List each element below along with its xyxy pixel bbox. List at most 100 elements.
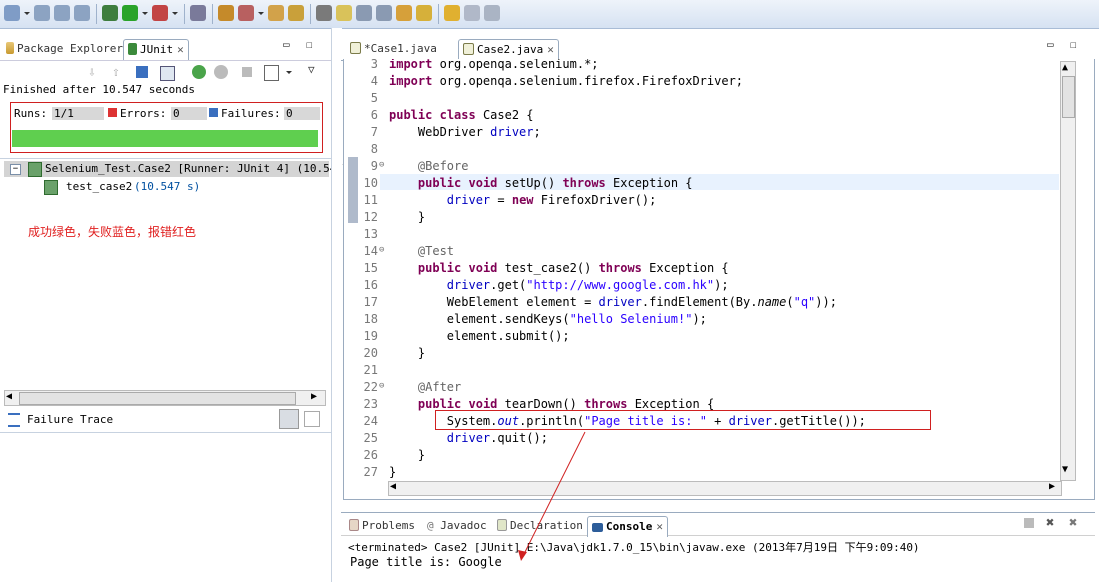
- dropdown-arrow-icon[interactable]: [24, 12, 30, 15]
- scroll-right-icon[interactable]: ▶: [1049, 481, 1055, 492]
- scroll-left-icon[interactable]: ◀: [6, 391, 12, 402]
- line-number: 20: [363, 346, 378, 360]
- code-line: driver = new FirefoxDriver();: [446, 193, 657, 207]
- maximize-icon[interactable]: ☐: [1070, 38, 1077, 51]
- code-line: }: [389, 346, 426, 360]
- tab-package-explorer[interactable]: Package Explorer: [2, 39, 127, 59]
- forward-icon[interactable]: [464, 5, 480, 21]
- external-tools-icon[interactable]: [152, 5, 168, 21]
- editor-vscrollbar[interactable]: ▲ ▼: [1060, 61, 1076, 481]
- new-icon[interactable]: [4, 5, 20, 21]
- tree-row-root[interactable]: − Selenium_Test.Case2 [Runner: JUnit 4] …: [4, 161, 343, 177]
- remove-all-terminated-icon[interactable]: ✖: [1069, 515, 1077, 531]
- next-annotation-down-icon[interactable]: [396, 5, 412, 21]
- save-all-icon[interactable]: [54, 5, 70, 21]
- test-suite-success-icon: [28, 162, 42, 177]
- view-menu-icon[interactable]: ▽: [308, 63, 315, 76]
- java-file-icon: [463, 43, 474, 55]
- compare-result-icon[interactable]: [304, 411, 320, 427]
- save-icon[interactable]: [34, 5, 50, 21]
- code-line: element.sendKeys("hello Selenium!");: [389, 312, 707, 326]
- line-number: 8: [370, 142, 378, 156]
- scroll-lock-icon[interactable]: [160, 66, 175, 81]
- bottom-tabs: Problems @ Javadoc Declaration Console ✕ …: [341, 513, 1095, 537]
- left-view-tabs: Package Explorer JUnit ✕ ▭ ☐: [0, 36, 331, 61]
- tree-root-label: Selenium_Test.Case2 [Runner: JUnit 4] (1…: [45, 162, 344, 175]
- line-number: 22: [363, 380, 378, 394]
- rerun-test-icon[interactable]: [192, 65, 206, 79]
- tab-junit[interactable]: JUnit ✕: [123, 39, 189, 60]
- progress-bar: [12, 130, 318, 147]
- search-icon[interactable]: [288, 5, 304, 21]
- tab-console[interactable]: Console ✕: [587, 516, 668, 537]
- line-number: 3: [370, 59, 378, 71]
- open-type-icon[interactable]: [268, 5, 284, 21]
- minimize-icon[interactable]: ▭: [283, 38, 290, 51]
- collapse-icon[interactable]: −: [10, 164, 21, 175]
- toggle-mark-occurrences-icon[interactable]: [336, 5, 352, 21]
- fold-icon[interactable]: ⊖: [379, 381, 384, 391]
- history-dropdown-icon[interactable]: [286, 71, 292, 74]
- tab-javadoc[interactable]: @ Javadoc: [423, 516, 491, 536]
- editor-tabs: *Case1.java Case2.java ✕ ▭ ☐: [341, 36, 1095, 61]
- run-icon[interactable]: [122, 5, 138, 21]
- block-selection-icon[interactable]: [356, 5, 372, 21]
- errors-value: 0: [171, 107, 207, 120]
- minimize-icon[interactable]: ▭: [1047, 38, 1054, 51]
- scroll-right-icon[interactable]: ▶: [311, 391, 317, 402]
- fold-icon[interactable]: ⊖: [379, 245, 384, 255]
- console-view: Problems @ Javadoc Declaration Console ✕ …: [341, 512, 1095, 583]
- dropdown-arrow-icon[interactable]: [258, 12, 264, 15]
- line-number: 24: [363, 414, 378, 428]
- line-number: 27: [363, 465, 378, 479]
- tab-problems[interactable]: Problems: [345, 516, 419, 536]
- view-splitter[interactable]: [331, 28, 342, 582]
- pin-editor-icon[interactable]: [484, 5, 500, 21]
- scroll-thumb[interactable]: [1062, 76, 1075, 118]
- remove-launch-icon[interactable]: ✖: [1046, 515, 1054, 531]
- line-number: 9: [370, 159, 378, 173]
- test-run-history-icon[interactable]: [264, 65, 279, 81]
- skip-breakpoints-icon[interactable]: [190, 5, 206, 21]
- next-failure-icon[interactable]: ⇩: [88, 65, 96, 80]
- failures-label: Failures:: [221, 107, 281, 120]
- scroll-down-icon[interactable]: ▼: [1062, 464, 1068, 475]
- fold-icon[interactable]: ⊖: [379, 160, 384, 170]
- scroll-up-icon[interactable]: ▲: [1062, 62, 1068, 73]
- maximize-icon[interactable]: ☐: [306, 38, 313, 51]
- tree-hscrollbar[interactable]: ◀ ▶: [4, 390, 326, 406]
- scroll-thumb[interactable]: [19, 392, 296, 405]
- stop-icon[interactable]: [242, 67, 252, 77]
- code-editor[interactable]: 3 import org.openqa.selenium.*; 4 import or…: [343, 59, 1095, 500]
- line-number: 12: [363, 210, 378, 224]
- editor-hscrollbar[interactable]: ◀ ▶: [388, 481, 1062, 496]
- filter-stack-trace-icon[interactable]: [279, 409, 299, 429]
- dropdown-arrow-icon[interactable]: [172, 12, 178, 15]
- previous-failure-icon[interactable]: ⇧: [112, 65, 120, 80]
- scroll-left-icon[interactable]: ◀: [390, 481, 396, 492]
- close-icon[interactable]: ✕: [547, 43, 554, 56]
- show-failures-only-icon[interactable]: [136, 66, 148, 78]
- dropdown-arrow-icon[interactable]: [142, 12, 148, 15]
- close-icon[interactable]: ✕: [177, 43, 184, 56]
- terminate-icon[interactable]: [1024, 518, 1034, 528]
- tab-case2[interactable]: Case2.java ✕: [458, 39, 559, 60]
- code-line: import org.openqa.selenium.*;: [389, 59, 599, 71]
- tree-row-test[interactable]: test_case2 (10.547 s): [22, 179, 322, 195]
- code-line: public void test_case2() throws Exceptio…: [417, 261, 729, 275]
- junit-toolbar: ⇩ ⇧ ▽: [86, 63, 326, 82]
- tab-declaration[interactable]: Declaration: [493, 516, 587, 536]
- previous-annotation-icon[interactable]: [416, 5, 432, 21]
- debug-icon[interactable]: [102, 5, 118, 21]
- code-line: public void setUp() throws Exception {: [417, 176, 693, 190]
- back-icon[interactable]: [444, 5, 460, 21]
- new-java-class-icon[interactable]: [238, 5, 254, 21]
- test-success-icon: [44, 180, 58, 195]
- print-icon[interactable]: [74, 5, 90, 21]
- next-annotation-icon[interactable]: [316, 5, 332, 21]
- close-icon[interactable]: ✕: [656, 520, 663, 533]
- rerun-failures-first-icon[interactable]: [214, 65, 228, 79]
- new-java-package-icon[interactable]: [218, 5, 234, 21]
- tab-case1[interactable]: *Case1.java: [346, 39, 441, 59]
- show-whitespace-icon[interactable]: [376, 5, 392, 21]
